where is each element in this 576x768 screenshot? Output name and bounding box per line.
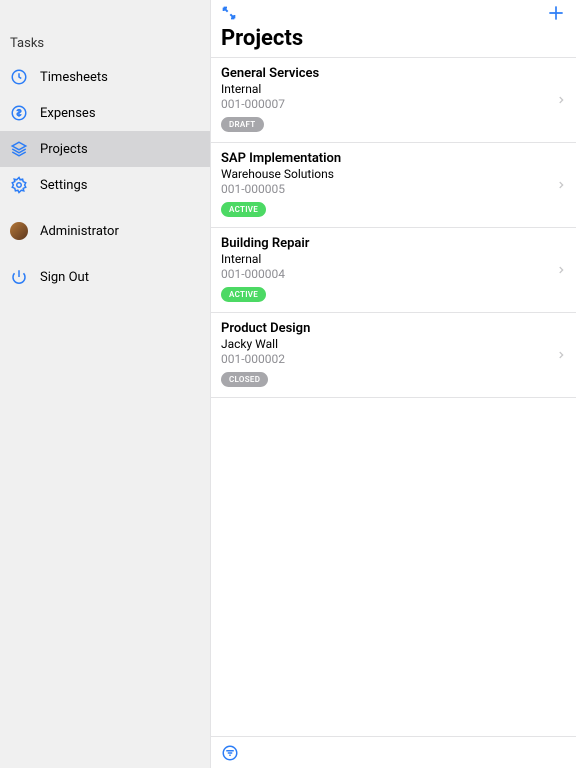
layers-icon	[10, 140, 28, 158]
sidebar-item-label: Settings	[40, 178, 87, 193]
project-row[interactable]: SAP ImplementationWarehouse Solutions001…	[211, 143, 576, 228]
sidebar-item-label: Projects	[40, 142, 88, 157]
project-code: 001-000007	[221, 97, 566, 111]
title-row: Projects	[211, 26, 576, 58]
topbar	[211, 0, 576, 26]
avatar	[10, 222, 28, 240]
sidebar-item-timesheets[interactable]: Timesheets	[0, 59, 210, 95]
collapse-sidebar-icon[interactable]	[221, 5, 237, 21]
project-name: Building Repair	[221, 236, 566, 251]
project-assignee: Internal	[221, 82, 566, 96]
project-row[interactable]: Product DesignJacky Wall001-000002 CLOSED	[211, 313, 576, 398]
project-code: 001-000005	[221, 182, 566, 196]
chevron-right-icon	[556, 263, 566, 277]
project-row[interactable]: Building RepairInternal001-000004 ACTIVE	[211, 228, 576, 313]
page-title: Projects	[221, 26, 566, 51]
sidebar-item-label: Timesheets	[40, 70, 108, 85]
status-badge: ACTIVE	[221, 202, 266, 217]
project-name: Product Design	[221, 321, 566, 336]
chevron-right-icon	[556, 178, 566, 192]
main: Projects General ServicesInternal001-000…	[210, 0, 576, 768]
project-code: 001-000004	[221, 267, 566, 281]
project-name: General Services	[221, 66, 566, 81]
sidebar-item-label: Expenses	[40, 106, 96, 121]
sidebar-item-expenses[interactable]: Expenses	[0, 95, 210, 131]
sidebar-item-label: Administrator	[40, 224, 119, 239]
sidebar-item-projects[interactable]: Projects	[0, 131, 210, 167]
chevron-right-icon	[556, 348, 566, 362]
dollar-circle-icon	[10, 104, 28, 122]
projects-list: General ServicesInternal001-000007DRAFTS…	[211, 58, 576, 736]
project-code: 001-000002	[221, 352, 566, 366]
project-assignee: Jacky Wall	[221, 337, 566, 351]
sidebar-item-signout[interactable]: Sign Out	[0, 259, 210, 295]
gear-icon	[10, 176, 28, 194]
project-name: SAP Implementation	[221, 151, 566, 166]
spacer	[0, 203, 210, 213]
spacer	[0, 249, 210, 259]
add-button[interactable]	[546, 3, 566, 23]
chevron-right-icon	[556, 93, 566, 107]
power-icon	[10, 268, 28, 286]
sidebar-item-label: Sign Out	[40, 270, 89, 285]
project-assignee: Internal	[221, 252, 566, 266]
sidebar-item-settings[interactable]: Settings	[0, 167, 210, 203]
status-badge: DRAFT	[221, 117, 264, 132]
sidebar-section-label: Tasks	[0, 32, 210, 59]
project-row[interactable]: General ServicesInternal001-000007 DRAFT	[211, 58, 576, 143]
status-badge: CLOSED	[221, 372, 268, 387]
clock-icon	[10, 68, 28, 86]
filter-icon[interactable]	[221, 744, 239, 762]
sidebar-item-administrator[interactable]: Administrator	[0, 213, 210, 249]
sidebar: Tasks Timesheets Expenses Projects Setti…	[0, 0, 210, 768]
status-badge: ACTIVE	[221, 287, 266, 302]
bottombar	[211, 736, 576, 768]
project-assignee: Warehouse Solutions	[221, 167, 566, 181]
